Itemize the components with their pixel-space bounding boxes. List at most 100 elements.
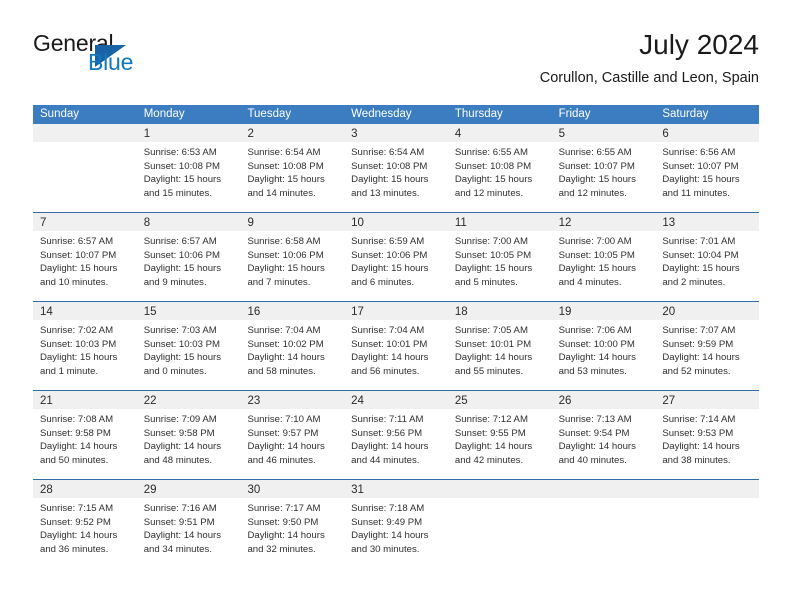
calendar-day-cell[interactable]: 24 Sunrise: 7:11 AM Sunset: 9:56 PM Dayligh… [344,391,448,479]
sunset-text: Sunset: 10:06 PM [351,249,428,261]
calendar-day-cell[interactable]: 21 Sunrise: 7:08 AM Sunset: 9:58 PM Dayligh… [33,391,137,479]
calendar-day-cell[interactable]: 2 Sunrise: 6:54 AM Sunset: 10:08 PM Dayligh… [240,124,345,212]
sunset-text: Sunset: 9:56 PM [351,427,423,439]
day-number: 14 [40,306,53,318]
daylight-text-line1: Daylight: 15 hours [143,352,222,364]
sunset-text: Sunset: 10:01 PM [351,338,428,350]
calendar-day-cell[interactable]: 17 Sunrise: 7:04 AM Sunset: 10:01 PM Daylig… [344,302,448,390]
sunset-text: Sunset: 10:07 PM [662,160,739,172]
daylight-text-line1: Daylight: 15 hours [454,174,533,186]
day-number: 10 [351,217,364,229]
calendar-day-cell[interactable]: 18 Sunrise: 7:05 AM Sunset: 10:01 PM Daylig… [447,302,552,390]
day-number-band: 21 [33,391,137,409]
sunrise-text: Sunrise: 7:00 AM [558,236,632,247]
day-details: Sunrise: 7:00 AM Sunset: 10:05 PM Daylight… [552,231,656,289]
daylight-text-line1: Daylight: 15 hours [558,174,636,186]
daylight-text-line1: Daylight: 15 hours [143,174,222,186]
calendar-day-cell[interactable]: 16 Sunrise: 7:04 AM Sunset: 10:02 PM Daylig… [240,302,345,390]
day-number: 30 [247,484,261,496]
weekday-header-tuesday: Tuesday [247,108,292,120]
day-number-band: 25 [447,391,552,409]
calendar-day-cell[interactable]: 15 Sunrise: 7:03 AM Sunset: 10:03 PM Daylig… [136,302,241,390]
day-number: 21 [40,395,53,407]
daylight-text-line2: and 38 minutes. [662,454,731,466]
calendar-day-cell[interactable]: 13 Sunrise: 7:01 AM Sunset: 10:04 PM Daylig… [655,213,760,301]
calendar-day-cell[interactable]: 22 Sunrise: 7:09 AM Sunset: 9:58 PM Dayligh… [136,391,241,479]
sunrise-text: Sunrise: 6:55 AM [558,147,632,158]
day-number: 20 [662,306,676,318]
day-number: 26 [558,395,572,407]
calendar-day-cell-empty [447,480,552,568]
calendar-day-cell[interactable]: 10 Sunrise: 6:59 AM Sunset: 10:06 PM Daylig… [344,213,448,301]
calendar-day-cell[interactable]: 28 Sunrise: 7:15 AM Sunset: 9:52 PM Dayligh… [33,480,137,568]
day-number-band: 4 [447,124,552,142]
daylight-text-line1: Daylight: 14 hours [558,352,636,364]
daylight-text-line2: and 42 minutes. [454,454,524,466]
day-details: Sunrise: 6:55 AM Sunset: 10:07 PM Daylight… [552,142,656,200]
day-number: 8 [143,217,151,229]
day-details: Sunrise: 6:59 AM Sunset: 10:06 PM Daylight… [344,231,448,289]
day-number: 23 [247,395,261,407]
daylight-text-line1: Daylight: 15 hours [351,174,429,186]
calendar-day-cell[interactable]: 14 Sunrise: 7:02 AM Sunset: 10:03 PM Daylig… [33,302,137,390]
daylight-text-line1: Daylight: 14 hours [247,441,325,453]
day-number: 7 [40,217,47,229]
calendar-day-cell[interactable]: 6 Sunrise: 6:56 AM Sunset: 10:07 PM Dayligh… [655,124,760,212]
calendar-day-cell[interactable]: 11 Sunrise: 7:00 AM Sunset: 10:05 PM Daylig… [447,213,552,301]
sunset-text: Sunset: 9:50 PM [247,516,319,528]
calendar-day-cell[interactable]: 27 Sunrise: 7:14 AM Sunset: 9:53 PM Dayligh… [655,391,760,479]
day-details: Sunrise: 7:03 AM Sunset: 10:03 PM Daylight… [137,320,241,378]
daylight-text-line1: Daylight: 15 hours [143,263,222,275]
calendar-day-cell[interactable]: 9 Sunrise: 6:58 AM Sunset: 10:06 PM Dayligh… [240,213,345,301]
daylight-text-line1: Daylight: 14 hours [351,352,429,364]
calendar-day-cell[interactable]: 30 Sunrise: 7:17 AM Sunset: 9:50 PM Dayligh… [240,480,345,568]
calendar-day-cell[interactable]: 20 Sunrise: 7:07 AM Sunset: 9:59 PM Dayligh… [655,302,760,390]
daylight-text-line2: and 32 minutes. [247,543,316,555]
calendar-day-cell[interactable]: 7 Sunrise: 6:57 AM Sunset: 10:07 PM Dayligh… [33,213,137,301]
calendar-day-cell[interactable]: 29 Sunrise: 7:16 AM Sunset: 9:51 PM Dayligh… [136,480,241,568]
general-blue-logo[interactable]: General Blue [33,30,233,90]
calendar-week-row: 7 Sunrise: 6:57 AM Sunset: 10:07 PM Dayligh… [33,212,760,301]
day-details: Sunrise: 7:06 AM Sunset: 10:00 PM Daylight… [552,320,656,378]
calendar-day-cell[interactable]: 8 Sunrise: 6:57 AM Sunset: 10:06 PM Dayligh… [136,213,241,301]
daylight-text-line2: and 1 minute. [40,365,99,377]
day-number: 24 [351,395,364,407]
daylight-text-line2: and 40 minutes. [558,454,627,466]
calendar-day-cell[interactable]: 19 Sunrise: 7:06 AM Sunset: 10:00 PM Daylig… [551,302,656,390]
calendar-day-cell[interactable]: 23 Sunrise: 7:10 AM Sunset: 9:57 PM Dayligh… [240,391,345,479]
day-number-band: 14 [33,302,137,320]
daylight-text-line1: Daylight: 14 hours [454,441,533,453]
sunrise-text: Sunrise: 7:15 AM [40,503,114,514]
calendar-day-cell[interactable]: 26 Sunrise: 7:13 AM Sunset: 9:54 PM Dayligh… [551,391,656,479]
calendar-week-row: 1 Sunrise: 6:53 AM Sunset: 10:08 PM Dayligh… [33,124,760,212]
sunrise-text: Sunrise: 6:59 AM [351,236,425,247]
daylight-text-line2: and 4 minutes. [558,276,622,288]
day-number-band: 22 [136,391,241,409]
calendar-day-cell[interactable]: 25 Sunrise: 7:12 AM Sunset: 9:55 PM Dayligh… [447,391,552,479]
sunset-text: Sunset: 10:07 PM [40,249,117,261]
day-number: 22 [143,395,157,407]
sunset-text: Sunset: 10:08 PM [454,160,532,172]
sunrise-text: Sunrise: 6:53 AM [143,147,217,158]
calendar-day-cell[interactable]: 31 Sunrise: 7:18 AM Sunset: 9:49 PM Dayligh… [344,480,448,568]
calendar-day-cell[interactable]: 3 Sunrise: 6:54 AM Sunset: 10:08 PM Dayligh… [344,124,448,212]
day-number: 16 [247,306,261,318]
sunrise-text: Sunrise: 7:01 AM [662,236,736,247]
sunset-text: Sunset: 10:08 PM [143,160,220,172]
sunrise-text: Sunrise: 7:07 AM [662,325,736,336]
day-details: Sunrise: 7:12 AM Sunset: 9:55 PM Daylight:… [448,409,552,467]
daylight-text-line2: and 7 minutes. [247,276,311,288]
sunset-text: Sunset: 10:01 PM [454,338,532,350]
calendar-day-cell-empty [33,124,137,212]
calendar-day-cell[interactable]: 12 Sunrise: 7:00 AM Sunset: 10:05 PM Daylig… [551,213,656,301]
day-number: 18 [454,306,468,318]
sunrise-text: Sunrise: 6:57 AM [40,236,114,247]
day-details: Sunrise: 7:13 AM Sunset: 9:54 PM Daylight:… [552,409,656,467]
day-number: 1 [143,128,151,140]
calendar-day-cell[interactable]: 5 Sunrise: 6:55 AM Sunset: 10:07 PM Dayligh… [551,124,656,212]
calendar-day-cell[interactable]: 1 Sunrise: 6:53 AM Sunset: 10:08 PM Dayligh… [136,124,241,212]
daylight-text-line1: Daylight: 15 hours [247,263,325,275]
calendar-day-cell[interactable]: 4 Sunrise: 6:55 AM Sunset: 10:08 PM Dayligh… [447,124,552,212]
sunset-text: Sunset: 10:08 PM [247,160,324,172]
calendar-grid: Sunday Monday Tuesday Wednesday Thursday… [33,105,760,568]
